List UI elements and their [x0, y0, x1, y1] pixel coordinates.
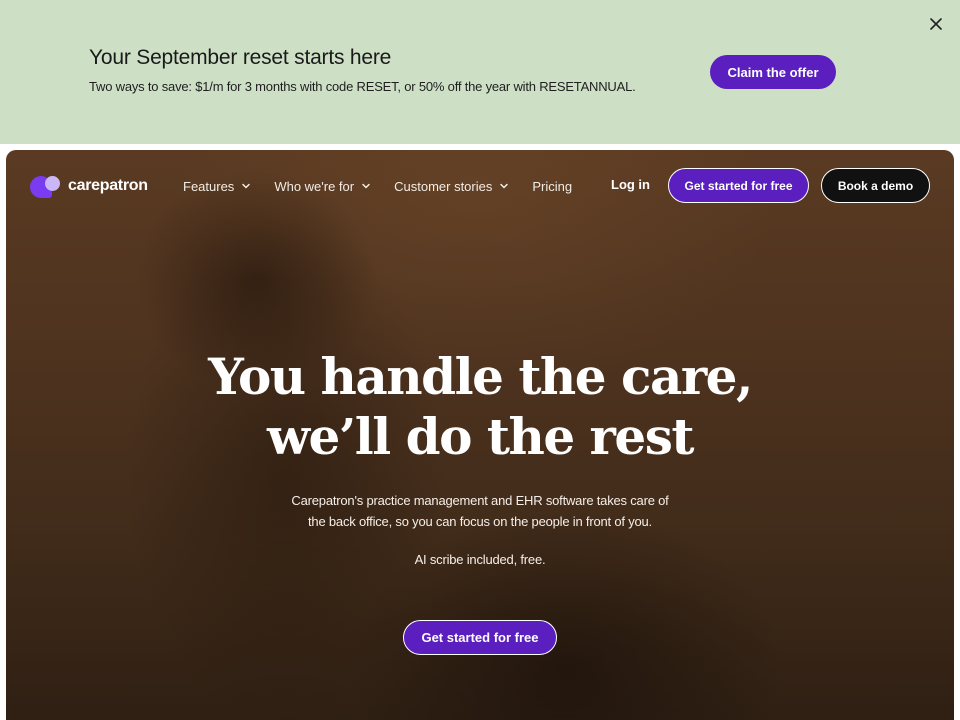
hero-headline: You handle the care, we’ll do the rest [6, 347, 954, 467]
book-demo-button[interactable]: Book a demo [821, 168, 930, 203]
main-nav: Features Who we're for Customer stories … [183, 177, 594, 195]
nav-item-features[interactable]: Features [183, 177, 252, 195]
get-started-hero-button[interactable]: Get started for free [403, 620, 557, 655]
nav-item-who-were-for[interactable]: Who we're for [274, 177, 372, 195]
nav-item-label: Pricing [532, 178, 573, 194]
close-icon[interactable] [926, 14, 946, 34]
get-started-nav-button[interactable]: Get started for free [668, 168, 809, 203]
hero-description: Carepatron's practice management and EHR… [6, 490, 954, 532]
nav-item-pricing[interactable]: Pricing [532, 177, 572, 195]
chevron-down-icon [498, 180, 510, 192]
claim-offer-button[interactable]: Claim the offer [710, 55, 836, 89]
carepatron-logo[interactable]: carepatron [30, 174, 148, 198]
logo-text: carepatron [68, 177, 148, 194]
logo-mark-icon [30, 174, 64, 198]
nav-item-label: Customer stories [394, 178, 493, 194]
hero-section: carepatron Features Who we're for Custom… [6, 150, 954, 720]
description-line-2: the back office, so you can focus on the… [308, 514, 652, 529]
promo-title: Your September reset starts here [89, 46, 392, 69]
chevron-down-icon [360, 180, 372, 192]
promo-banner: Your September reset starts here Two way… [0, 0, 960, 144]
promo-text: Two ways to save: $1/m for 3 months with… [89, 79, 636, 94]
login-link[interactable]: Log in [611, 177, 650, 192]
nav-item-customer-stories[interactable]: Customer stories [394, 177, 510, 195]
nav-item-label: Who we're for [274, 178, 355, 194]
ai-scribe-note: AI scribe included, free. [414, 552, 546, 567]
headline-line-2: we’ll do the rest [267, 407, 694, 466]
chevron-down-icon [240, 180, 252, 192]
description-line-1: Carepatron's practice management and EHR… [291, 493, 669, 508]
nav-item-label: Features [183, 178, 235, 194]
headline-line-1: You handle the care, [208, 347, 753, 406]
